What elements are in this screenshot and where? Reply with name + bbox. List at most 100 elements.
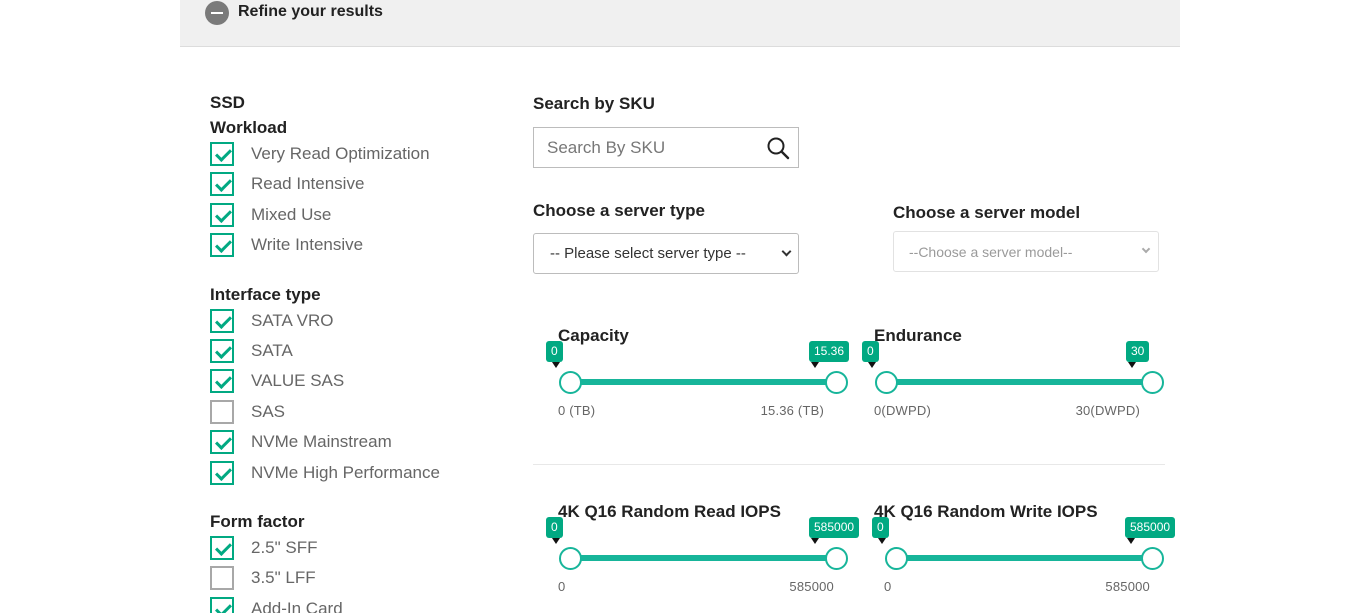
collapse-icon[interactable] [205,1,229,25]
checkbox-label: Add-In Card [251,598,343,613]
server-model-title: Choose a server model [893,203,1081,222]
checkbox-label: Read Intensive [251,174,365,194]
checkbox-label: Write Intensive [251,235,364,255]
checkbox[interactable] [210,535,234,560]
slider-min-handle[interactable] [885,547,908,570]
slider-min-label: 0 [884,579,892,594]
checkbox[interactable] [210,430,234,455]
filter-option[interactable]: Add-In Card [210,596,510,613]
interface-title: Interface type [210,284,321,304]
slider-min-handle[interactable] [559,371,582,394]
slider-max-label: 30(DWPD) [1075,403,1140,418]
server-type-select[interactable]: -- Please select server type -- [533,233,799,274]
slider-max-pointer [1127,538,1135,544]
slider-track[interactable] [569,555,836,561]
slider-min-label: 0 [558,579,566,594]
slider-max-label: 585000 [789,579,834,594]
checkbox-label: NVMe High Performance [251,462,440,482]
checkbox[interactable] [210,172,234,197]
checkbox[interactable] [210,202,234,227]
filter-option[interactable]: NVMe Mainstream [210,430,510,460]
slider-max-pointer [1128,362,1136,368]
slider-max-handle[interactable] [825,371,848,394]
slider-max-handle[interactable] [825,547,848,570]
refine-title[interactable]: Refine your results [238,3,383,21]
checkbox[interactable] [210,142,234,166]
slider-max-handle[interactable] [1141,547,1164,570]
slider-min-handle[interactable] [875,371,898,394]
server-model-select: --Choose a server model-- [893,231,1159,272]
refine-bar: Refine your results [180,0,1180,47]
filter-option[interactable]: SAS [210,399,510,430]
slider-title: 4K Q16 Random Read IOPS [558,502,781,521]
server-type-title: Choose a server type [533,201,705,220]
workload-title: Workload [210,118,288,137]
checkbox[interactable] [210,308,234,333]
slider-title: 4K Q16 Random Write IOPS [874,502,1098,521]
slider-max-pointer [811,538,819,544]
slider-min-bubble: 0 [862,341,879,362]
slider-min-bubble: 0 [546,341,563,362]
workload-list: Very Read Optimization Read Intensive Mi… [210,142,510,264]
filter-option[interactable]: SATA VRO [210,308,510,339]
checkbox-label: VALUE SAS [251,371,345,391]
filter-option[interactable]: Mixed Use [210,202,510,233]
interface-list: SATA VRO SATA VALUE SAS SAS NVMe Mainstr… [210,308,510,491]
filter-option[interactable]: NVMe High Performance [210,460,510,491]
form-factor-title: Form factor [210,511,305,531]
checkbox[interactable] [210,369,234,394]
chevron-down-icon [1141,244,1151,254]
sku-title: Search by SKU [533,94,655,113]
search-icon[interactable] [766,136,790,160]
filter-option[interactable]: 2.5" SFF [210,535,510,566]
sku-search-box [533,127,799,168]
slider-max-bubble: 585000 [809,517,860,538]
checkbox[interactable] [210,233,234,258]
slider-title: Endurance [874,326,962,345]
checkbox[interactable] [210,338,234,363]
slider-max-bubble: 30 [1126,341,1150,362]
sku-search-input[interactable] [535,129,755,166]
slider-max-bubble: 585000 [1125,517,1176,538]
filter-option[interactable]: 3.5" LFF [210,566,510,596]
slider-track[interactable] [895,555,1162,561]
filter-option[interactable]: Read Intensive [210,172,510,202]
checkbox-label: Very Read Optimization [251,144,430,163]
slider-min-pointer [878,538,886,544]
server-type-value: -- Please select server type -- [550,245,746,262]
read-iops-slider: 4K Q16 Random Read IOPS 0 585000 0 58500… [546,502,860,612]
checkbox-label: Mixed Use [251,204,332,224]
checkbox-label: 3.5" LFF [251,568,316,588]
slider-max-label: 585000 [1105,579,1150,594]
capacity-slider: Capacity 0 15.36 0 (TB) 15.36 (TB) [546,326,858,436]
slider-max-handle[interactable] [1141,371,1164,394]
slider-max-pointer [811,362,819,368]
checkbox[interactable] [210,566,234,591]
checkbox[interactable] [210,399,234,424]
ssd-label: SSD [210,93,245,112]
slider-max-bubble: 15.36 [809,341,850,362]
section-divider [533,464,1165,465]
server-model-value: --Choose a server model-- [909,244,1073,260]
slider-min-pointer [868,362,876,368]
filter-panel: SSD Workload Very Read Optimization Read… [210,92,510,613]
filter-option[interactable]: Write Intensive [210,233,510,263]
slider-track[interactable] [885,379,1152,385]
chevron-down-icon [781,246,792,257]
filter-option[interactable]: VALUE SAS [210,369,510,399]
filter-option[interactable]: SATA [210,338,510,369]
endurance-slider: Endurance 0 30 0(DWPD) 30(DWPD) [862,326,1174,436]
slider-track[interactable] [569,379,836,385]
slider-min-pointer [552,538,560,544]
write-iops-slider: 4K Q16 Random Write IOPS 0 585000 0 5850… [872,502,1176,612]
checkbox[interactable] [210,596,234,613]
checkbox-label: SAS [251,401,286,421]
slider-min-bubble: 0 [546,517,563,538]
checkbox[interactable] [210,460,234,485]
slider-min-handle[interactable] [559,547,582,570]
checkbox-label: 2.5" SFF [251,537,318,557]
slider-title: Capacity [558,326,629,345]
slider-min-bubble: 0 [872,517,889,538]
filter-option[interactable]: Very Read Optimization [210,142,510,172]
slider-min-pointer [552,362,560,368]
